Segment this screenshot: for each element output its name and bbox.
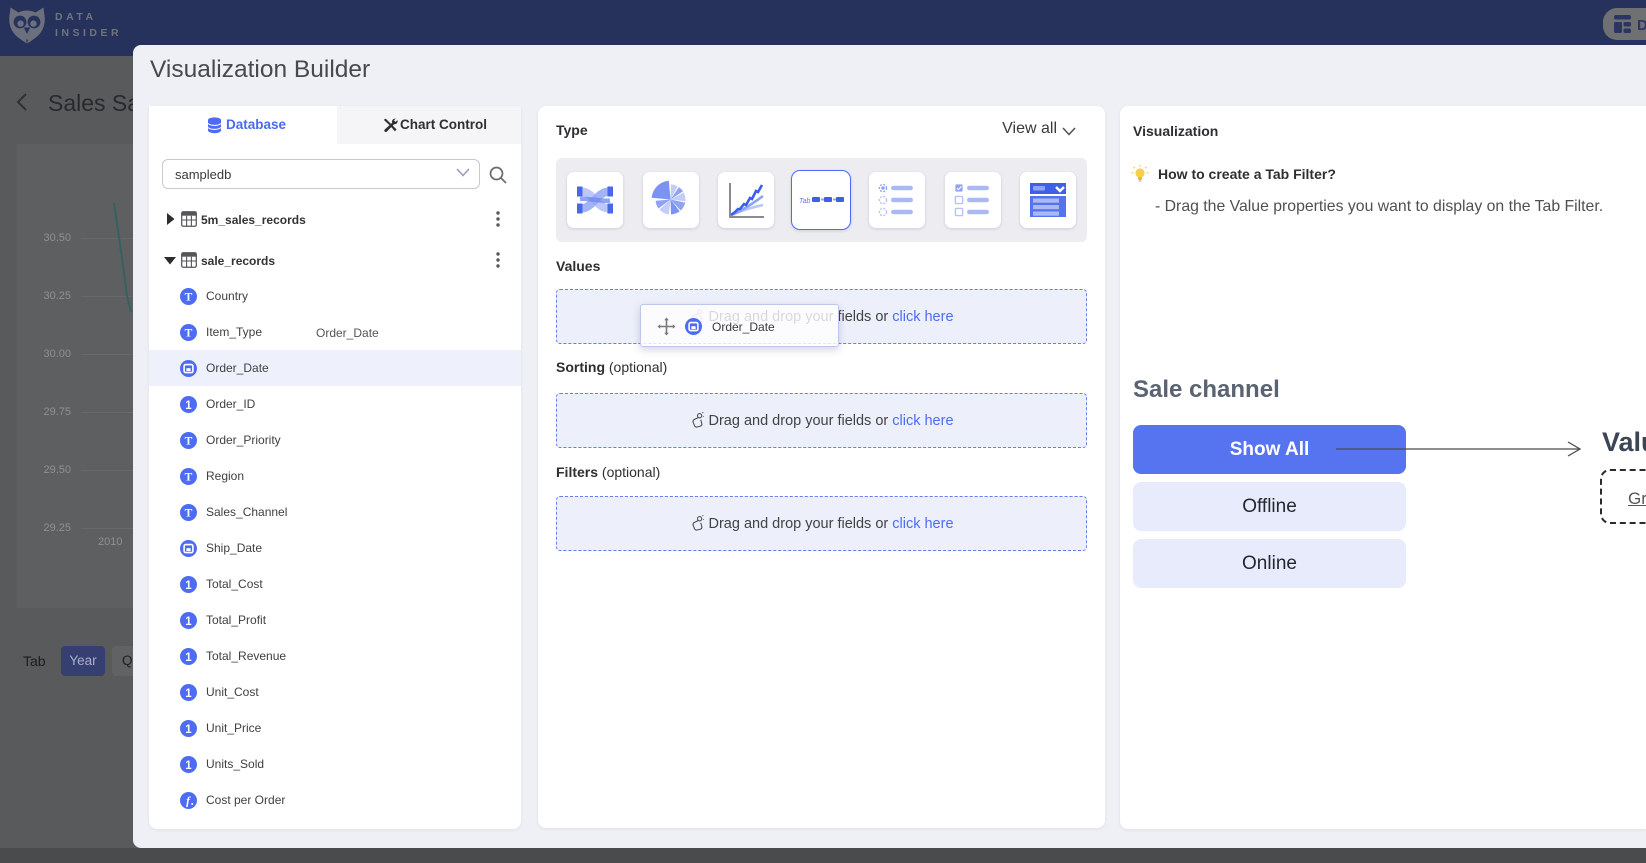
svg-text:T: T: [184, 507, 192, 519]
svg-text:Tab: Tab: [799, 198, 811, 205]
svg-text:1: 1: [185, 399, 192, 411]
svg-text:1: 1: [185, 687, 192, 699]
svg-text:D: D: [1637, 17, 1646, 34]
svg-text:1: 1: [185, 723, 192, 735]
svg-text:1: 1: [185, 759, 192, 771]
svg-text:T: T: [184, 435, 192, 447]
svg-text:f: f: [186, 795, 191, 807]
svg-text:1: 1: [185, 651, 192, 663]
svg-text:T: T: [184, 471, 192, 483]
svg-text:1: 1: [185, 615, 192, 627]
svg-text:T: T: [184, 327, 192, 339]
svg-text:T: T: [184, 291, 192, 303]
svg-text:1: 1: [185, 579, 192, 591]
